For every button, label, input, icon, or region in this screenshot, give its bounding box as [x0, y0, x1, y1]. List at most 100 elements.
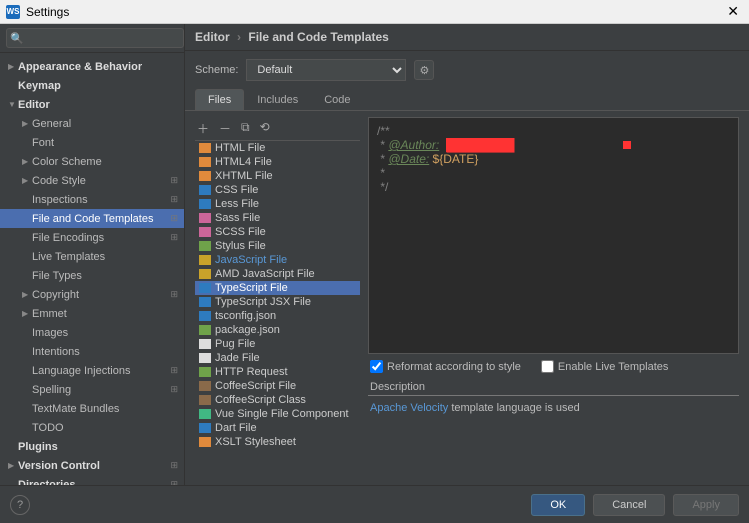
template-item-coffeescript-file[interactable]: CoffeeScript File — [195, 379, 360, 393]
sidebar-item-general[interactable]: General — [0, 114, 184, 133]
template-item-xhtml-file[interactable]: XHTML File — [195, 169, 360, 183]
template-item-label: tsconfig.json — [215, 310, 276, 322]
filelist-column: ＋ － ⧉ ⟲ HTML FileHTML4 FileXHTML FileCSS… — [195, 117, 360, 475]
sidebar-item-label: Editor — [18, 99, 178, 111]
template-editor[interactable]: /** * @Author: ████████ * @Date: ${DATE}… — [368, 117, 739, 354]
sidebar-item-file-encodings[interactable]: File Encodings⊞ — [0, 228, 184, 247]
template-item-dart-file[interactable]: Dart File — [195, 421, 360, 435]
template-item-coffeescript-class[interactable]: CoffeeScript Class — [195, 393, 360, 407]
template-item-scss-file[interactable]: SCSS File — [195, 225, 360, 239]
template-item-css-file[interactable]: CSS File — [195, 183, 360, 197]
velocity-link[interactable]: Apache Velocity — [370, 402, 448, 414]
sidebar-item-editor[interactable]: Editor — [0, 95, 184, 114]
sidebar-item-plugins[interactable]: Plugins — [0, 437, 184, 456]
sidebar-item-keymap[interactable]: Keymap — [0, 76, 184, 95]
file-type-icon — [199, 157, 211, 167]
search-input[interactable] — [6, 28, 184, 48]
sidebar-item-version-control[interactable]: Version Control⊞ — [0, 456, 184, 475]
sidebar-item-appearance-behavior[interactable]: Appearance & Behavior — [0, 57, 184, 76]
enable-live-templates-checkbox[interactable]: Enable Live Templates — [541, 360, 668, 373]
close-icon[interactable]: ✕ — [723, 3, 743, 20]
sidebar-item-file-types[interactable]: File Types — [0, 266, 184, 285]
template-item-typescript-jsx-file[interactable]: TypeScript JSX File — [195, 295, 360, 309]
file-type-icon — [199, 269, 211, 279]
template-item-stylus-file[interactable]: Stylus File — [195, 239, 360, 253]
template-item-amd-javascript-file[interactable]: AMD JavaScript File — [195, 267, 360, 281]
template-item-jade-file[interactable]: Jade File — [195, 351, 360, 365]
project-scope-icon: ⊞ — [170, 175, 178, 186]
sidebar-item-emmet[interactable]: Emmet — [0, 304, 184, 323]
scheme-gear-button[interactable]: ⚙ — [414, 60, 434, 80]
sidebar-item-label: Keymap — [18, 80, 178, 92]
template-item-sass-file[interactable]: Sass File — [195, 211, 360, 225]
titlebar: WS Settings ✕ — [0, 0, 749, 24]
copy-icon[interactable]: ⧉ — [241, 120, 250, 137]
project-scope-icon: ⊞ — [170, 289, 178, 300]
project-scope-icon: ⊞ — [170, 479, 178, 485]
template-item-label: TypeScript JSX File — [215, 296, 311, 308]
template-item-label: Pug File — [215, 338, 255, 350]
template-item-typescript-file[interactable]: TypeScript File — [195, 281, 360, 295]
tab-code[interactable]: Code — [311, 89, 363, 110]
sidebar-item-copyright[interactable]: Copyright⊞ — [0, 285, 184, 304]
template-item-tsconfig-json[interactable]: tsconfig.json — [195, 309, 360, 323]
sidebar-item-label: Intentions — [32, 346, 178, 358]
sidebar-item-textmate-bundles[interactable]: TextMate Bundles — [0, 399, 184, 418]
help-button[interactable]: ? — [10, 495, 30, 515]
sidebar-item-live-templates[interactable]: Live Templates — [0, 247, 184, 266]
breadcrumb-a: Editor — [195, 30, 230, 44]
sidebar-item-spelling[interactable]: Spelling⊞ — [0, 380, 184, 399]
sidebar-item-directories[interactable]: Directories⊞ — [0, 475, 184, 485]
template-item-xslt-stylesheet[interactable]: XSLT Stylesheet — [195, 435, 360, 449]
sidebar-item-color-scheme[interactable]: Color Scheme — [0, 152, 184, 171]
sidebar-item-todo[interactable]: TODO — [0, 418, 184, 437]
template-item-package-json[interactable]: package.json — [195, 323, 360, 337]
file-type-icon — [199, 395, 211, 405]
sidebar-item-inspections[interactable]: Inspections⊞ — [0, 190, 184, 209]
template-item-vue-single-file-component[interactable]: Vue Single File Component — [195, 407, 360, 421]
sidebar-item-code-style[interactable]: Code Style⊞ — [0, 171, 184, 190]
cancel-button[interactable]: Cancel — [593, 494, 665, 516]
scheme-row: Scheme: Default ⚙ — [185, 51, 749, 89]
template-item-label: Less File — [215, 198, 259, 210]
sidebar-item-language-injections[interactable]: Language Injections⊞ — [0, 361, 184, 380]
file-type-icon — [199, 297, 211, 307]
chevron-right-icon: › — [237, 30, 241, 44]
file-type-icon — [199, 311, 211, 321]
sidebar-item-images[interactable]: Images — [0, 323, 184, 342]
file-type-icon — [199, 171, 211, 181]
tab-includes[interactable]: Includes — [244, 89, 311, 110]
remove-icon[interactable]: － — [219, 120, 231, 137]
template-item-less-file[interactable]: Less File — [195, 197, 360, 211]
file-type-icon — [199, 143, 211, 153]
add-icon[interactable]: ＋ — [197, 120, 209, 137]
template-item-label: package.json — [215, 324, 280, 336]
template-item-label: HTML File — [215, 142, 265, 154]
template-item-javascript-file[interactable]: JavaScript File — [195, 253, 360, 267]
template-item-label: AMD JavaScript File — [215, 268, 315, 280]
sidebar-item-font[interactable]: Font — [0, 133, 184, 152]
tab-files[interactable]: Files — [195, 89, 244, 110]
chevron-right-icon — [22, 157, 32, 166]
template-item-label: CoffeeScript File — [215, 380, 296, 392]
reformat-checkbox[interactable]: Reformat according to style — [370, 360, 521, 373]
template-item-html-file[interactable]: HTML File — [195, 141, 360, 155]
template-item-http-request[interactable]: HTTP Request — [195, 365, 360, 379]
template-item-html4-file[interactable]: HTML4 File — [195, 155, 360, 169]
ok-button[interactable]: OK — [531, 494, 585, 516]
scheme-select[interactable]: Default — [246, 59, 406, 81]
template-item-pug-file[interactable]: Pug File — [195, 337, 360, 351]
file-type-icon — [199, 367, 211, 377]
sidebar-item-file-and-code-templates[interactable]: File and Code Templates⊞ — [0, 209, 184, 228]
template-item-label: Vue Single File Component — [215, 408, 349, 420]
sidebar-item-label: Language Injections — [32, 365, 166, 377]
sidebar-item-intentions[interactable]: Intentions — [0, 342, 184, 361]
sidebar-item-label: General — [32, 118, 178, 130]
sidebar-item-label: Font — [32, 137, 178, 149]
undo-icon[interactable]: ⟲ — [260, 120, 270, 137]
window-title: Settings — [26, 5, 723, 19]
apply-button[interactable]: Apply — [673, 494, 739, 516]
sidebar-item-label: Inspections — [32, 194, 166, 206]
description-box: Apache Velocity template language is use… — [368, 395, 739, 475]
file-type-icon — [199, 339, 211, 349]
